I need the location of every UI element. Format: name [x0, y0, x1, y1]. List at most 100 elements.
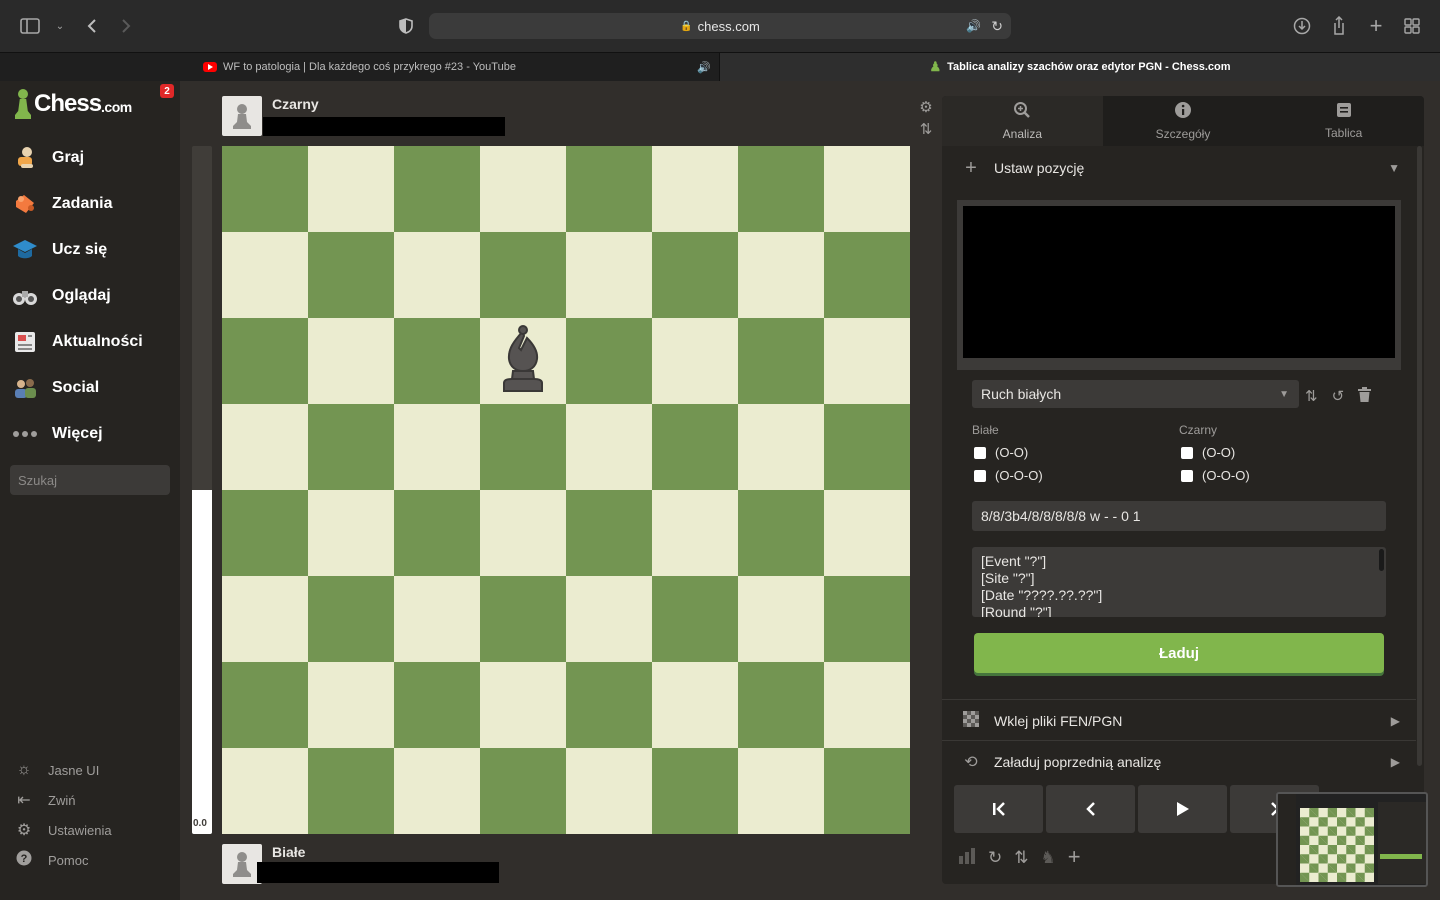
- chart-icon[interactable]: [958, 848, 976, 869]
- square-h7[interactable]: [824, 232, 910, 318]
- square-a6[interactable]: [222, 318, 308, 404]
- square-b7[interactable]: [308, 232, 394, 318]
- settings-link[interactable]: ⚙ Ustawienia: [14, 819, 112, 841]
- square-h1[interactable]: [824, 748, 910, 834]
- square-c6[interactable]: [394, 318, 480, 404]
- black-bishop-icon[interactable]: [480, 318, 566, 404]
- sidebar-item-wiecej[interactable]: Więcej: [0, 414, 180, 454]
- square-c3[interactable]: [394, 576, 480, 662]
- square-a7[interactable]: [222, 232, 308, 318]
- tab-analiza[interactable]: Analiza: [942, 96, 1103, 146]
- flip-board-icon[interactable]: ⇅: [916, 120, 936, 138]
- square-h4[interactable]: [824, 490, 910, 576]
- chessboard[interactable]: [222, 146, 910, 834]
- white-short-castle-checkbox[interactable]: (O-O): [974, 445, 1028, 460]
- play-button[interactable]: [1138, 785, 1227, 833]
- trash-icon[interactable]: [1358, 387, 1372, 406]
- side-to-move-select[interactable]: Ruch białych ▼: [972, 380, 1299, 408]
- square-f1[interactable]: [652, 748, 738, 834]
- square-f4[interactable]: [652, 490, 738, 576]
- square-e4[interactable]: [566, 490, 652, 576]
- load-button[interactable]: Ładuj: [974, 633, 1384, 673]
- square-g2[interactable]: [738, 662, 824, 748]
- square-b3[interactable]: [308, 576, 394, 662]
- notification-badge[interactable]: 2: [160, 84, 174, 98]
- pgn-scrollbar[interactable]: [1379, 549, 1384, 571]
- settings-gear-icon[interactable]: ⚙: [916, 98, 936, 116]
- previous-move-button[interactable]: [1046, 785, 1135, 833]
- black-long-castle-checkbox[interactable]: (O-O-O): [1181, 468, 1250, 483]
- square-f8[interactable]: [652, 146, 738, 232]
- square-e5[interactable]: [566, 404, 652, 490]
- white-long-castle-checkbox[interactable]: (O-O-O): [974, 468, 1043, 483]
- square-a3[interactable]: [222, 576, 308, 662]
- audio-icon[interactable]: 🔊: [966, 19, 981, 33]
- square-b1[interactable]: [308, 748, 394, 834]
- reload-icon[interactable]: ↻: [991, 18, 1003, 35]
- back-arrow-icon[interactable]: [80, 14, 104, 38]
- panel-scrollbar[interactable]: [1417, 146, 1422, 766]
- screenshot-thumbnail[interactable]: [1276, 792, 1428, 887]
- tab-youtube[interactable]: WF to patologia | Dla każdego coś przykr…: [0, 53, 720, 81]
- square-c1[interactable]: [394, 748, 480, 834]
- square-c8[interactable]: [394, 146, 480, 232]
- help-link[interactable]: ? Pomoc: [14, 849, 88, 871]
- square-g5[interactable]: [738, 404, 824, 490]
- pieces-icon[interactable]: ♞: [1041, 848, 1056, 869]
- square-d5[interactable]: [480, 404, 566, 490]
- sidebar-item-ogladaj[interactable]: Oglądaj: [0, 276, 180, 316]
- square-e8[interactable]: [566, 146, 652, 232]
- square-d1[interactable]: [480, 748, 566, 834]
- speaker-icon[interactable]: 🔊: [697, 61, 711, 74]
- square-e2[interactable]: [566, 662, 652, 748]
- chess-logo[interactable]: Chess .com: [14, 89, 132, 119]
- first-move-button[interactable]: [954, 785, 1043, 833]
- square-e7[interactable]: [566, 232, 652, 318]
- square-d8[interactable]: [480, 146, 566, 232]
- square-a4[interactable]: [222, 490, 308, 576]
- square-g4[interactable]: [738, 490, 824, 576]
- square-c4[interactable]: [394, 490, 480, 576]
- search-input[interactable]: Szukaj: [10, 465, 170, 495]
- flip-icon[interactable]: ⇅: [1014, 848, 1028, 869]
- pgn-textarea[interactable]: [Event "?"] [Site "?"] [Date "????.??.??…: [972, 547, 1386, 617]
- square-c7[interactable]: [394, 232, 480, 318]
- tab-szczegoly[interactable]: Szczegóły: [1102, 96, 1264, 146]
- light-ui-toggle[interactable]: ☼ Jasne UI: [14, 759, 100, 781]
- square-h3[interactable]: [824, 576, 910, 662]
- checkbox[interactable]: [1181, 446, 1193, 459]
- square-c5[interactable]: [394, 404, 480, 490]
- square-f2[interactable]: [652, 662, 738, 748]
- sidebar-item-ucz-sie[interactable]: Ucz się: [0, 230, 180, 270]
- square-h5[interactable]: [824, 404, 910, 490]
- tab-overview-icon[interactable]: [1400, 14, 1424, 38]
- address-bar[interactable]: 🔒 chess.com 🔊 ↻: [429, 13, 1011, 39]
- square-d7[interactable]: [480, 232, 566, 318]
- plus-icon[interactable]: +: [1068, 846, 1081, 869]
- refresh-icon[interactable]: ↻: [988, 848, 1002, 869]
- square-d6[interactable]: [480, 318, 566, 404]
- shield-icon[interactable]: [394, 14, 418, 38]
- sidebar-item-aktualnosci[interactable]: Aktualności: [0, 322, 180, 362]
- previous-analysis-header[interactable]: ⟲ Załaduj poprzednią analizę ▶: [942, 742, 1416, 782]
- square-f7[interactable]: [652, 232, 738, 318]
- fen-input[interactable]: 8/8/3b4/8/8/8/8/8 w - - 0 1: [972, 501, 1386, 531]
- square-h2[interactable]: [824, 662, 910, 748]
- square-h8[interactable]: [824, 146, 910, 232]
- square-g8[interactable]: [738, 146, 824, 232]
- square-g6[interactable]: [738, 318, 824, 404]
- square-b8[interactable]: [308, 146, 394, 232]
- checkbox[interactable]: [974, 446, 986, 459]
- forward-arrow-icon[interactable]: [114, 14, 138, 38]
- collapse-button[interactable]: ⇤ Zwiń: [14, 789, 75, 811]
- square-g3[interactable]: [738, 576, 824, 662]
- square-d2[interactable]: [480, 662, 566, 748]
- checkbox[interactable]: [974, 469, 986, 482]
- player-name[interactable]: Białe: [272, 844, 305, 860]
- chevron-down-icon[interactable]: ⌄: [48, 14, 72, 38]
- checkbox[interactable]: [1181, 469, 1193, 482]
- square-c2[interactable]: [394, 662, 480, 748]
- setup-position-header[interactable]: + Ustaw pozycję ▼: [942, 148, 1416, 188]
- square-d4[interactable]: [480, 490, 566, 576]
- flip-icon[interactable]: ⇅: [1305, 387, 1318, 406]
